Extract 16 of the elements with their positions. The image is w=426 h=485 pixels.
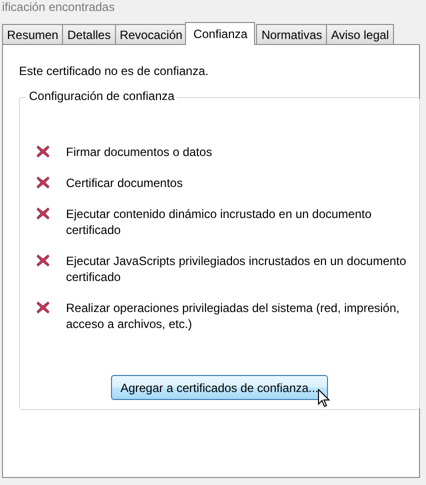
permission-text: Ejecutar JavaScripts privilegiados incrustados en un documento certificado: [66, 253, 408, 285]
tab[interactable]: Aviso legal: [326, 24, 394, 44]
cursor-icon: [318, 389, 330, 408]
status-text: Este certificado no es de confianza.: [19, 64, 210, 78]
group-title: Configuración de confianza: [26, 89, 178, 103]
permission-text: Certificar documentos: [66, 175, 183, 191]
permission-text: Ejecutar contenido dinámico incrustado en un documento certificado: [66, 206, 373, 238]
tab[interactable]: Normativas: [256, 24, 328, 44]
add-trusted-button[interactable]: Agregar a certificados de confianza...: [111, 375, 328, 400]
tab[interactable]: Resumen: [2, 24, 64, 44]
permission-text: Firmar documentos o datos: [66, 144, 212, 160]
permission-text: Realizar operaciones privilegiadas del sistema (red, impresión, acceso a archivos, etc.): [66, 300, 400, 332]
tab[interactable]: Confianza: [185, 22, 256, 45]
tab[interactable]: Revocación: [114, 24, 188, 44]
tab[interactable]: Detalles: [62, 24, 116, 44]
window-title: ificación encontradas: [1, 0, 116, 14]
